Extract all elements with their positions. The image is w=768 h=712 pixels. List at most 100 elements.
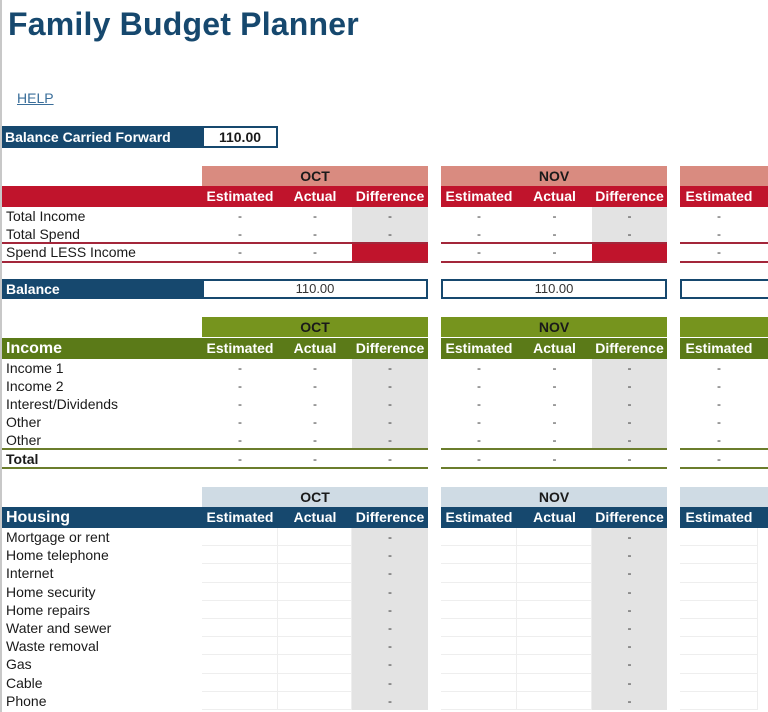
income-row-label: Other (6, 414, 42, 430)
income-cell-actual[interactable]: - (278, 377, 352, 395)
housing-cell-estimated[interactable] (680, 546, 758, 565)
summary-cell-difference: - (592, 207, 667, 225)
summary-cell-estimated[interactable]: - (680, 243, 758, 261)
summary-cell-actual[interactable]: - (517, 243, 592, 261)
housing-cell-estimated[interactable] (441, 528, 517, 547)
housing-cell-actual[interactable] (517, 600, 592, 619)
summary-cell-actual[interactable]: - (517, 207, 592, 225)
housing-cell-estimated[interactable] (680, 600, 758, 619)
summary-month-header-oct: OCT (202, 166, 428, 186)
housing-cell-estimated[interactable] (441, 691, 517, 710)
income-cell-actual[interactable]: - (278, 395, 352, 413)
housing-cell-estimated[interactable] (202, 619, 278, 638)
housing-cell-estimated[interactable] (680, 691, 758, 710)
income-cell-actual[interactable]: - (517, 395, 592, 413)
housing-cell-estimated[interactable] (680, 619, 758, 638)
summary-cell-actual[interactable]: - (278, 207, 352, 225)
income-cell-estimated[interactable]: - (202, 359, 278, 377)
housing-cell-difference: - (592, 673, 667, 692)
income-cell-estimated[interactable]: - (202, 413, 278, 431)
housing-row-label: Waste removal (6, 638, 99, 655)
income-cell-estimated[interactable]: - (202, 395, 278, 413)
housing-cell-actual[interactable] (278, 673, 352, 692)
summary-cell-actual[interactable]: - (278, 243, 352, 261)
housing-cell-estimated[interactable] (680, 673, 758, 692)
income-total-divider (441, 467, 667, 469)
housing-cell-estimated[interactable] (680, 564, 758, 583)
housing-cell-actual[interactable] (517, 546, 592, 565)
housing-cell-actual[interactable] (517, 564, 592, 583)
balance-carried-forward-input[interactable]: 110.00 (202, 126, 278, 148)
income-cell-estimated[interactable]: - (680, 359, 758, 377)
housing-cell-actual[interactable] (278, 528, 352, 547)
housing-cell-actual[interactable] (517, 655, 592, 674)
income-cell-estimated[interactable]: - (202, 377, 278, 395)
housing-cell-estimated[interactable] (202, 600, 278, 619)
income-cell-actual[interactable]: - (278, 359, 352, 377)
housing-cell-estimated[interactable] (202, 528, 278, 547)
housing-cell-actual[interactable] (278, 582, 352, 601)
income-cell-estimated[interactable]: - (441, 413, 517, 431)
income-cell-estimated[interactable]: - (441, 395, 517, 413)
summary-cell-estimated[interactable]: - (202, 207, 278, 225)
housing-cell-estimated[interactable] (441, 637, 517, 656)
summary-cell-estimated[interactable]: - (441, 243, 517, 261)
income-cell-estimated[interactable]: - (680, 377, 758, 395)
housing-cell-estimated[interactable] (441, 673, 517, 692)
housing-cell-actual[interactable] (517, 619, 592, 638)
housing-cell-actual[interactable] (278, 691, 352, 710)
income-cell-actual[interactable]: - (517, 413, 592, 431)
housing-cell-estimated[interactable] (441, 546, 517, 565)
housing-cell-actual[interactable] (278, 546, 352, 565)
housing-cell-estimated[interactable] (202, 582, 278, 601)
income-cell-estimated[interactable]: - (441, 359, 517, 377)
housing-cell-estimated[interactable] (202, 691, 278, 710)
income-cell-actual[interactable]: - (517, 431, 592, 449)
income-cell-estimated[interactable]: - (680, 413, 758, 431)
housing-cell-actual[interactable] (517, 528, 592, 547)
income-cell-estimated[interactable]: - (441, 431, 517, 449)
housing-cell-estimated[interactable] (441, 619, 517, 638)
summary-cell-estimated[interactable]: - (202, 225, 278, 243)
income-total-estimated: - (477, 452, 481, 466)
housing-cell-estimated[interactable] (441, 600, 517, 619)
summary-cell-estimated[interactable]: - (202, 243, 278, 261)
help-link[interactable]: HELP (17, 90, 54, 106)
housing-cell-estimated[interactable] (202, 637, 278, 656)
income-cell-actual[interactable]: - (517, 359, 592, 377)
housing-cell-estimated[interactable] (680, 637, 758, 656)
housing-cell-actual[interactable] (517, 691, 592, 710)
housing-cell-estimated[interactable] (441, 655, 517, 674)
income-cell-estimated[interactable]: - (202, 431, 278, 449)
income-cell-estimated[interactable]: - (680, 431, 758, 449)
summary-cell-estimated[interactable]: - (680, 207, 758, 225)
income-cell-actual[interactable]: - (517, 377, 592, 395)
summary-cell-actual[interactable]: - (517, 225, 592, 243)
income-total-actual: - (552, 452, 557, 466)
housing-cell-estimated[interactable] (441, 564, 517, 583)
income-cell-actual[interactable]: - (278, 431, 352, 449)
housing-cell-actual[interactable] (278, 600, 352, 619)
income-cell-estimated[interactable]: - (680, 395, 758, 413)
housing-cell-estimated[interactable] (680, 582, 758, 601)
housing-cell-estimated[interactable] (441, 582, 517, 601)
housing-cell-actual[interactable] (278, 655, 352, 674)
housing-cell-actual[interactable] (517, 582, 592, 601)
summary-cell-estimated[interactable]: - (441, 207, 517, 225)
housing-cell-actual[interactable] (278, 619, 352, 638)
summary-cell-estimated[interactable]: - (680, 225, 758, 243)
housing-cell-estimated[interactable] (202, 673, 278, 692)
housing-cell-estimated[interactable] (202, 546, 278, 565)
income-cell-actual[interactable]: - (278, 413, 352, 431)
summary-cell-estimated[interactable]: - (441, 225, 517, 243)
housing-cell-estimated[interactable] (202, 655, 278, 674)
housing-cell-estimated[interactable] (202, 564, 278, 583)
housing-cell-actual[interactable] (278, 564, 352, 583)
housing-cell-estimated[interactable] (680, 655, 758, 674)
housing-cell-actual[interactable] (517, 673, 592, 692)
housing-cell-estimated[interactable] (680, 528, 758, 547)
summary-cell-actual[interactable]: - (278, 225, 352, 243)
housing-cell-actual[interactable] (278, 637, 352, 656)
income-cell-estimated[interactable]: - (441, 377, 517, 395)
housing-cell-actual[interactable] (517, 637, 592, 656)
